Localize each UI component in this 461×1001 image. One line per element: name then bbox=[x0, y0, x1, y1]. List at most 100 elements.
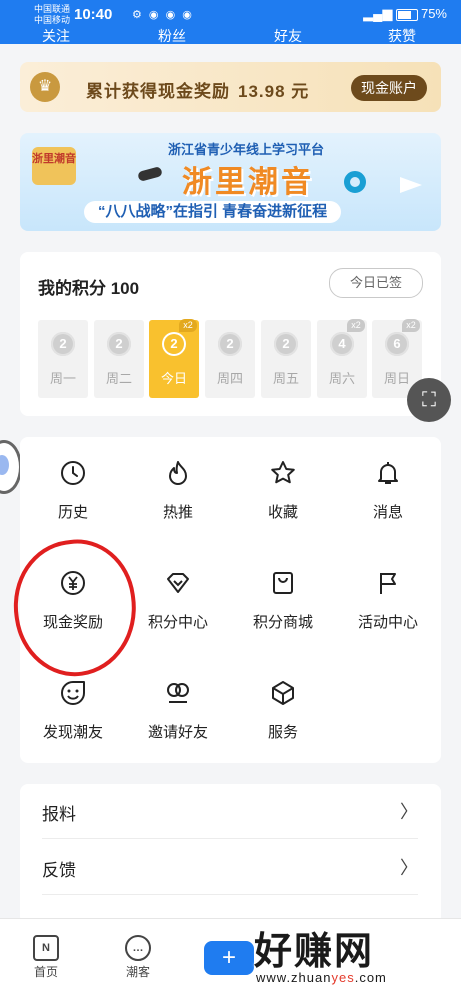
promo-slogan: “八八战略”在指引 青春奋进新征程 bbox=[84, 201, 342, 223]
menu-item-cash-reward[interactable]: 现金奖励 bbox=[20, 547, 126, 643]
menu-label: 历史 bbox=[57, 504, 88, 521]
nav-label: 潮客 bbox=[125, 965, 150, 979]
floating-assistant-handle[interactable] bbox=[0, 440, 22, 494]
coin-icon: 2 bbox=[274, 332, 298, 356]
chevron-right-icon: 〉 bbox=[400, 858, 418, 878]
promo-title: 浙里潮音 bbox=[182, 166, 314, 199]
menu-item-messages[interactable]: 消息 bbox=[335, 437, 441, 533]
menu-label: 收藏 bbox=[267, 504, 298, 521]
carrier-1: 中国联通 bbox=[34, 4, 71, 14]
cash-reward-text: 累计获得现金奖励 13.98 元 bbox=[86, 77, 309, 102]
watermark-title: 好赚网 bbox=[254, 931, 375, 973]
battery-level: 75% bbox=[420, 6, 447, 21]
coin-icon: 4 bbox=[330, 332, 354, 356]
watermark-url-highlight: yes bbox=[331, 970, 355, 985]
menu-label: 邀请好友 bbox=[147, 724, 208, 741]
watermark-url: www.zhuanyes.com bbox=[256, 970, 387, 985]
menu-label: 活动中心 bbox=[357, 614, 418, 631]
chat-icon: … bbox=[125, 935, 151, 961]
menu-item-invite-friends[interactable]: 邀请好友 bbox=[125, 657, 231, 753]
flag-icon bbox=[374, 569, 402, 597]
stat-friends[interactable]: 好友 bbox=[274, 26, 302, 46]
multiplier-badge: x2 bbox=[179, 319, 197, 332]
scan-button[interactable]: ⛶ bbox=[407, 378, 451, 422]
yen-icon bbox=[59, 569, 87, 597]
stat-fans[interactable]: 粉丝 bbox=[158, 26, 186, 46]
settings-list: 报料 〉 反馈 〉 bbox=[20, 784, 441, 924]
plus-icon: + bbox=[221, 944, 236, 971]
shopping-bag-icon bbox=[269, 569, 297, 597]
promo-subtitle: 浙江省青少年线上学习平台 bbox=[168, 142, 325, 157]
bell-icon bbox=[374, 459, 402, 487]
points-card: 我的积分 100 今日已签 2 周一 2 周二 x2 2 今日 2 周四 2 周… bbox=[20, 252, 441, 416]
nav-home[interactable]: N 首页 bbox=[16, 929, 76, 980]
promo-logo: 浙里潮音 bbox=[32, 147, 76, 185]
clock-icon bbox=[59, 459, 87, 487]
checkin-day[interactable]: 2 周一 bbox=[38, 320, 88, 398]
checkin-day[interactable]: 2 周二 bbox=[94, 320, 144, 398]
stat-following[interactable]: 关注 bbox=[42, 26, 70, 46]
stat-likes[interactable]: 获赞 bbox=[388, 26, 416, 46]
menu-item-favorites[interactable]: 收藏 bbox=[230, 437, 336, 533]
star-icon bbox=[269, 459, 297, 487]
profile-stats: 关注 粉丝 好友 获赞 bbox=[0, 26, 461, 44]
chevron-right-icon: 〉 bbox=[400, 802, 418, 822]
multiplier-badge: x2 bbox=[402, 319, 420, 332]
menu-label: 消息 bbox=[372, 504, 403, 521]
day-label: 周六 bbox=[328, 371, 355, 386]
signed-today-button[interactable]: 今日已签 bbox=[329, 268, 423, 298]
menu-item-history[interactable]: 历史 bbox=[20, 437, 126, 533]
menu-item-services[interactable]: 服务 bbox=[230, 657, 336, 753]
clock: 10:40 bbox=[74, 6, 113, 23]
menu-item-activity-center[interactable]: 活动中心 bbox=[335, 547, 441, 643]
status-bar: 中国联通 中国移动 10:40 ⚙ ◉ ◉ ◉ ▂▄▆ 75% 关注 粉丝 好友… bbox=[0, 0, 461, 44]
day-label: 周五 bbox=[272, 371, 299, 386]
day-label: 周四 bbox=[216, 371, 243, 386]
menu-item-points-center[interactable]: 积分中心 bbox=[125, 547, 231, 643]
watermark: 好赚网 www.zhuanyes.com bbox=[254, 916, 454, 1000]
menu-label: 热推 bbox=[162, 504, 193, 521]
menu-item-discover-friends[interactable]: 发现潮友 bbox=[20, 657, 126, 753]
nav-chaoke[interactable]: … 潮客 bbox=[108, 929, 168, 980]
cube-icon bbox=[269, 679, 297, 707]
day-label: 周一 bbox=[49, 371, 76, 386]
coin-icon: 2 bbox=[162, 332, 186, 356]
microphone-icon bbox=[137, 166, 163, 182]
paper-plane-icon bbox=[400, 177, 422, 193]
points-title: 我的积分 100 bbox=[38, 279, 140, 298]
cash-reward-amount: 13.98 元 bbox=[238, 82, 310, 101]
diamond-icon bbox=[164, 569, 192, 597]
menu-item-points-mall[interactable]: 积分商城 bbox=[230, 547, 336, 643]
smile-icon bbox=[59, 679, 87, 707]
cash-reward-banner[interactable]: ♛ 累计获得现金奖励 13.98 元 现金账户 bbox=[20, 62, 441, 112]
checkin-day-today[interactable]: x2 2 今日 bbox=[149, 319, 199, 398]
checkin-day[interactable]: x2 4 周六 bbox=[317, 319, 367, 398]
list-item-feedback[interactable]: 反馈 〉 bbox=[42, 840, 418, 895]
invite-icon bbox=[164, 679, 192, 707]
nav-label: 首页 bbox=[33, 965, 58, 979]
home-news-icon: N bbox=[33, 935, 59, 961]
cash-reward-label: 累计获得现金奖励 bbox=[86, 82, 230, 101]
carrier-info: 中国联通 中国移动 bbox=[34, 4, 70, 26]
checkin-day[interactable]: 2 周五 bbox=[261, 320, 311, 398]
crown-icon: ♛ bbox=[30, 72, 60, 102]
carrier-2: 中国移动 bbox=[34, 15, 71, 25]
menu-label: 积分商城 bbox=[252, 614, 313, 631]
menu-item-hot[interactable]: 热推 bbox=[125, 437, 231, 533]
promo-banner[interactable]: 浙里潮音 浙江省青少年线上学习平台 浙里潮音 “八八战略”在指引 青春奋进新征程 bbox=[20, 133, 441, 231]
coin-icon: 2 bbox=[51, 332, 75, 356]
list-item-report[interactable]: 报料 〉 bbox=[42, 784, 418, 839]
day-label: 周二 bbox=[105, 371, 132, 386]
menu-label: 积分中心 bbox=[147, 614, 208, 631]
publish-button[interactable]: + bbox=[204, 941, 254, 975]
watermark-url-suffix: .com bbox=[354, 970, 387, 985]
battery-icon bbox=[395, 8, 418, 21]
multiplier-badge: x2 bbox=[347, 319, 365, 332]
flame-icon bbox=[164, 459, 192, 487]
cash-account-button[interactable]: 现金账户 bbox=[351, 75, 427, 101]
signal-icon: ▂▄▆ bbox=[363, 6, 393, 21]
checkin-days: 2 周一 2 周二 x2 2 今日 2 周四 2 周五 x2 4 周六 x2 6… bbox=[38, 319, 424, 398]
menu-grid: 历史 热推 收藏 消息 现金奖励 积分中心 积分商城 活动中心 发现潮友 邀请好… bbox=[20, 437, 441, 763]
checkin-day[interactable]: 2 周四 bbox=[205, 320, 255, 398]
watermark-url-prefix: www.zhuan bbox=[256, 970, 332, 985]
